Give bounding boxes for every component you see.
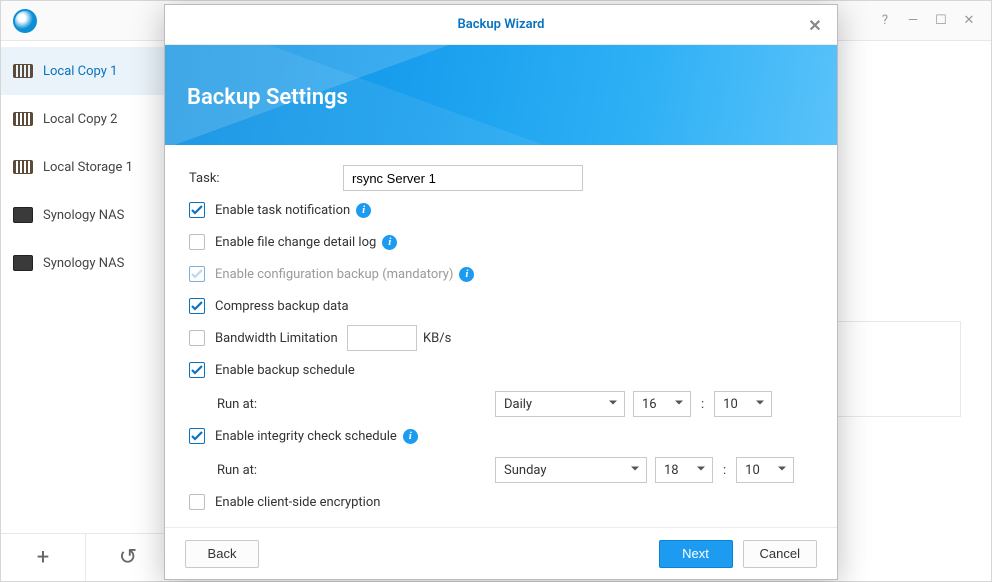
nas-icon — [13, 207, 33, 223]
log-row: Enable file change detail log i — [189, 227, 813, 257]
notification-row: Enable task notification i — [189, 195, 813, 225]
chevron-down-icon — [674, 397, 684, 412]
schedule-label[interactable]: Enable backup schedule — [215, 363, 355, 378]
enable-log-label[interactable]: Enable file change detail log — [215, 235, 376, 250]
encryption-label[interactable]: Enable client-side encryption — [215, 495, 380, 510]
history-button[interactable]: ↺ — [85, 534, 170, 581]
chevron-down-icon — [755, 397, 765, 412]
integrity-hour-select[interactable]: 18 — [655, 457, 713, 483]
compress-row: Compress backup data — [189, 291, 813, 321]
enable-notification-label[interactable]: Enable task notification — [215, 203, 350, 218]
schedule-min-select[interactable]: 10 — [714, 391, 772, 417]
bandwidth-unit: KB/s — [423, 331, 451, 346]
integrity-checkbox[interactable] — [189, 428, 205, 444]
select-value: 18 — [664, 463, 679, 478]
bandwidth-checkbox[interactable] — [189, 330, 205, 346]
sidebar-item-label: Local Storage 1 — [43, 160, 133, 175]
sidebar-item-synology-nas-1[interactable]: Synology NAS — [1, 191, 170, 239]
modal-title: Backup Wizard — [458, 17, 545, 32]
encryption-checkbox[interactable] — [189, 494, 205, 510]
back-button[interactable]: Back — [185, 540, 259, 568]
sidebar-item-label: Synology NAS — [43, 208, 124, 223]
chevron-down-icon — [630, 463, 640, 478]
config-backup-checkbox — [189, 266, 205, 282]
config-backup-row: Enable configuration backup (mandatory) … — [189, 259, 813, 289]
time-separator: : — [721, 463, 728, 478]
schedule-checkbox[interactable] — [189, 362, 205, 378]
integrity-day-select[interactable]: Sunday — [495, 457, 647, 483]
schedule-freq-select[interactable]: Daily — [495, 391, 625, 417]
time-separator: : — [699, 397, 706, 412]
chevron-down-icon — [777, 463, 787, 478]
storage-icon — [13, 64, 33, 78]
close-modal-icon[interactable]: ✕ — [803, 13, 827, 37]
app-logo-icon — [13, 9, 37, 33]
add-task-button[interactable]: + — [1, 534, 85, 581]
compress-checkbox[interactable] — [189, 298, 205, 314]
storage-icon — [13, 160, 33, 174]
sidebar-item-local-copy-1[interactable]: Local Copy 1 — [1, 47, 170, 95]
chevron-down-icon — [696, 463, 706, 478]
select-value: 16 — [642, 397, 657, 412]
task-row: Task: — [189, 163, 813, 193]
maximize-icon[interactable]: ☐ — [927, 7, 955, 35]
bandwidth-row: Bandwidth Limitation KB/s — [189, 323, 813, 353]
schedule-row: Enable backup schedule — [189, 355, 813, 385]
schedule-runat-row: Run at: Daily 16 : 10 — [189, 389, 813, 419]
bandwidth-input[interactable] — [347, 325, 417, 351]
sidebar-list: Local Copy 1 Local Copy 2 Local Storage … — [1, 41, 170, 533]
config-backup-label: Enable configuration backup (mandatory) — [215, 267, 453, 282]
storage-icon — [13, 112, 33, 126]
modal-body: Task: Enable task notification i Enable … — [165, 145, 837, 527]
task-input[interactable] — [343, 165, 583, 191]
info-icon[interactable]: i — [382, 235, 397, 250]
enable-notification-checkbox[interactable] — [189, 202, 205, 218]
next-button[interactable]: Next — [659, 540, 733, 568]
info-icon[interactable]: i — [459, 267, 474, 282]
sidebar-item-label: Synology NAS — [43, 256, 124, 271]
bandwidth-label[interactable]: Bandwidth Limitation — [215, 331, 347, 346]
nas-icon — [13, 255, 33, 271]
runat-label: Run at: — [217, 463, 487, 478]
sidebar-item-label: Local Copy 1 — [43, 64, 117, 79]
sidebar-toolbar: + ↺ — [1, 533, 170, 581]
sidebar: Local Copy 1 Local Copy 2 Local Storage … — [1, 41, 171, 581]
sidebar-item-local-copy-2[interactable]: Local Copy 2 — [1, 95, 170, 143]
close-app-icon[interactable]: ✕ — [955, 7, 983, 35]
help-icon[interactable]: ? — [871, 7, 899, 35]
integrity-row: Enable integrity check schedule i — [189, 421, 813, 451]
sidebar-item-synology-nas-2[interactable]: Synology NAS — [1, 239, 170, 287]
sidebar-item-label: Local Copy 2 — [43, 112, 117, 127]
cancel-button[interactable]: Cancel — [743, 540, 817, 568]
modal-banner: Backup Settings — [165, 45, 837, 145]
select-value: 10 — [723, 397, 738, 412]
integrity-min-select[interactable]: 10 — [736, 457, 794, 483]
schedule-hour-select[interactable]: 16 — [633, 391, 691, 417]
backup-wizard-modal: Backup Wizard ✕ Backup Settings Task: En… — [164, 4, 838, 580]
integrity-runat-row: Run at: Sunday 18 : 10 — [189, 455, 813, 485]
sidebar-item-local-storage-1[interactable]: Local Storage 1 — [1, 143, 170, 191]
info-icon[interactable]: i — [356, 203, 371, 218]
select-value: Sunday — [504, 463, 547, 478]
integrity-label[interactable]: Enable integrity check schedule — [215, 429, 397, 444]
minimize-icon[interactable]: — — [899, 7, 927, 35]
runat-label: Run at: — [217, 397, 487, 412]
modal-heading: Backup Settings — [187, 85, 348, 110]
info-icon[interactable]: i — [403, 429, 418, 444]
modal-footer: Back Next Cancel — [165, 527, 837, 579]
chevron-down-icon — [608, 397, 618, 412]
compress-label[interactable]: Compress backup data — [215, 299, 349, 314]
encryption-row: Enable client-side encryption — [189, 487, 813, 517]
modal-titlebar: Backup Wizard ✕ — [165, 5, 837, 45]
select-value: Daily — [504, 397, 532, 412]
task-label: Task: — [189, 171, 343, 186]
enable-log-checkbox[interactable] — [189, 234, 205, 250]
select-value: 10 — [745, 463, 760, 478]
